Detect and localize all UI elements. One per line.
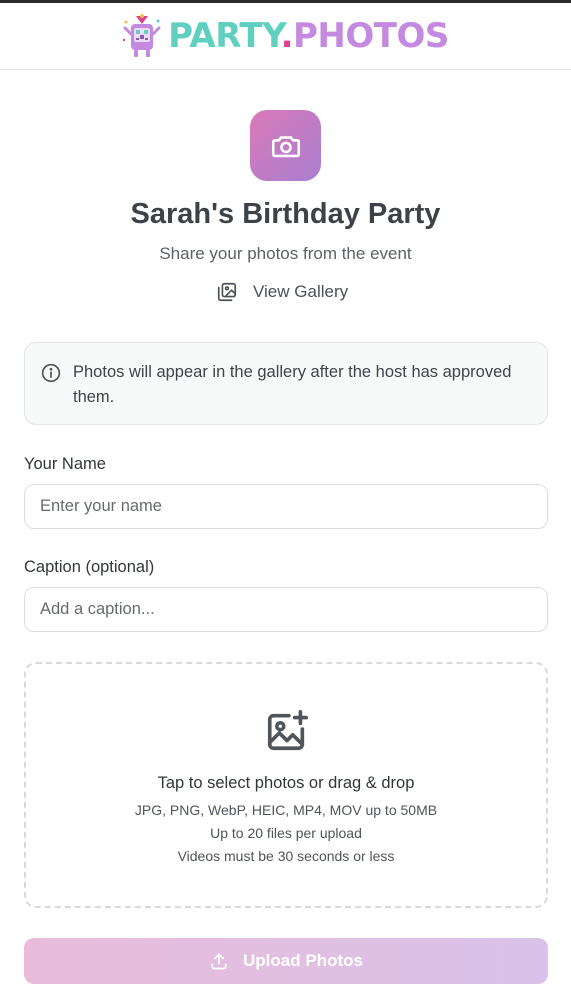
app-header: PARTY.PHOTOS <box>0 3 571 70</box>
event-subtitle: Share your photos from the event <box>159 244 412 263</box>
party-mascot-icon <box>122 14 161 57</box>
upload-photos-label: Upload Photos <box>243 951 363 970</box>
approval-notice: Photos will appear in the gallery after … <box>24 342 548 425</box>
caption-label: Caption (optional) <box>24 558 155 576</box>
name-input[interactable] <box>24 484 548 529</box>
notice-text: Photos will appear in the gallery after … <box>73 363 512 406</box>
upload-icon <box>211 953 227 970</box>
view-gallery-link[interactable]: View Gallery <box>216 280 348 304</box>
dropzone-file-limit: Up to 20 files per upload <box>210 825 362 841</box>
photo-dropzone[interactable]: Tap to select photos or drag & drop JPG,… <box>24 662 548 908</box>
dropzone-title: Tap to select photos or drag & drop <box>157 774 415 792</box>
brand-logo[interactable]: PARTY.PHOTOS <box>122 14 449 58</box>
dropzone-formats: JPG, PNG, WebP, HEIC, MP4, MOV up to 50M… <box>134 802 438 818</box>
name-label: Your Name <box>24 455 106 473</box>
upload-photos-button[interactable]: Upload Photos <box>24 938 548 984</box>
brand-wordmark: PARTY.PHOTOS <box>168 19 449 53</box>
caption-input[interactable] <box>24 587 548 632</box>
info-icon <box>41 363 61 383</box>
event-camera-badge <box>250 110 321 181</box>
camera-icon <box>271 135 300 157</box>
brand-part-photos: PHOTOS <box>293 16 449 56</box>
dropzone-video-limit: Videos must be 30 seconds or less <box>177 848 395 864</box>
event-title: Sarah's Birthday Party <box>130 198 441 230</box>
view-gallery-label: View Gallery <box>253 282 349 301</box>
gallery-icon <box>217 282 237 302</box>
add-image-icon <box>267 710 308 751</box>
brand-dot: . <box>280 16 294 56</box>
brand-part-party: PARTY <box>168 16 281 56</box>
